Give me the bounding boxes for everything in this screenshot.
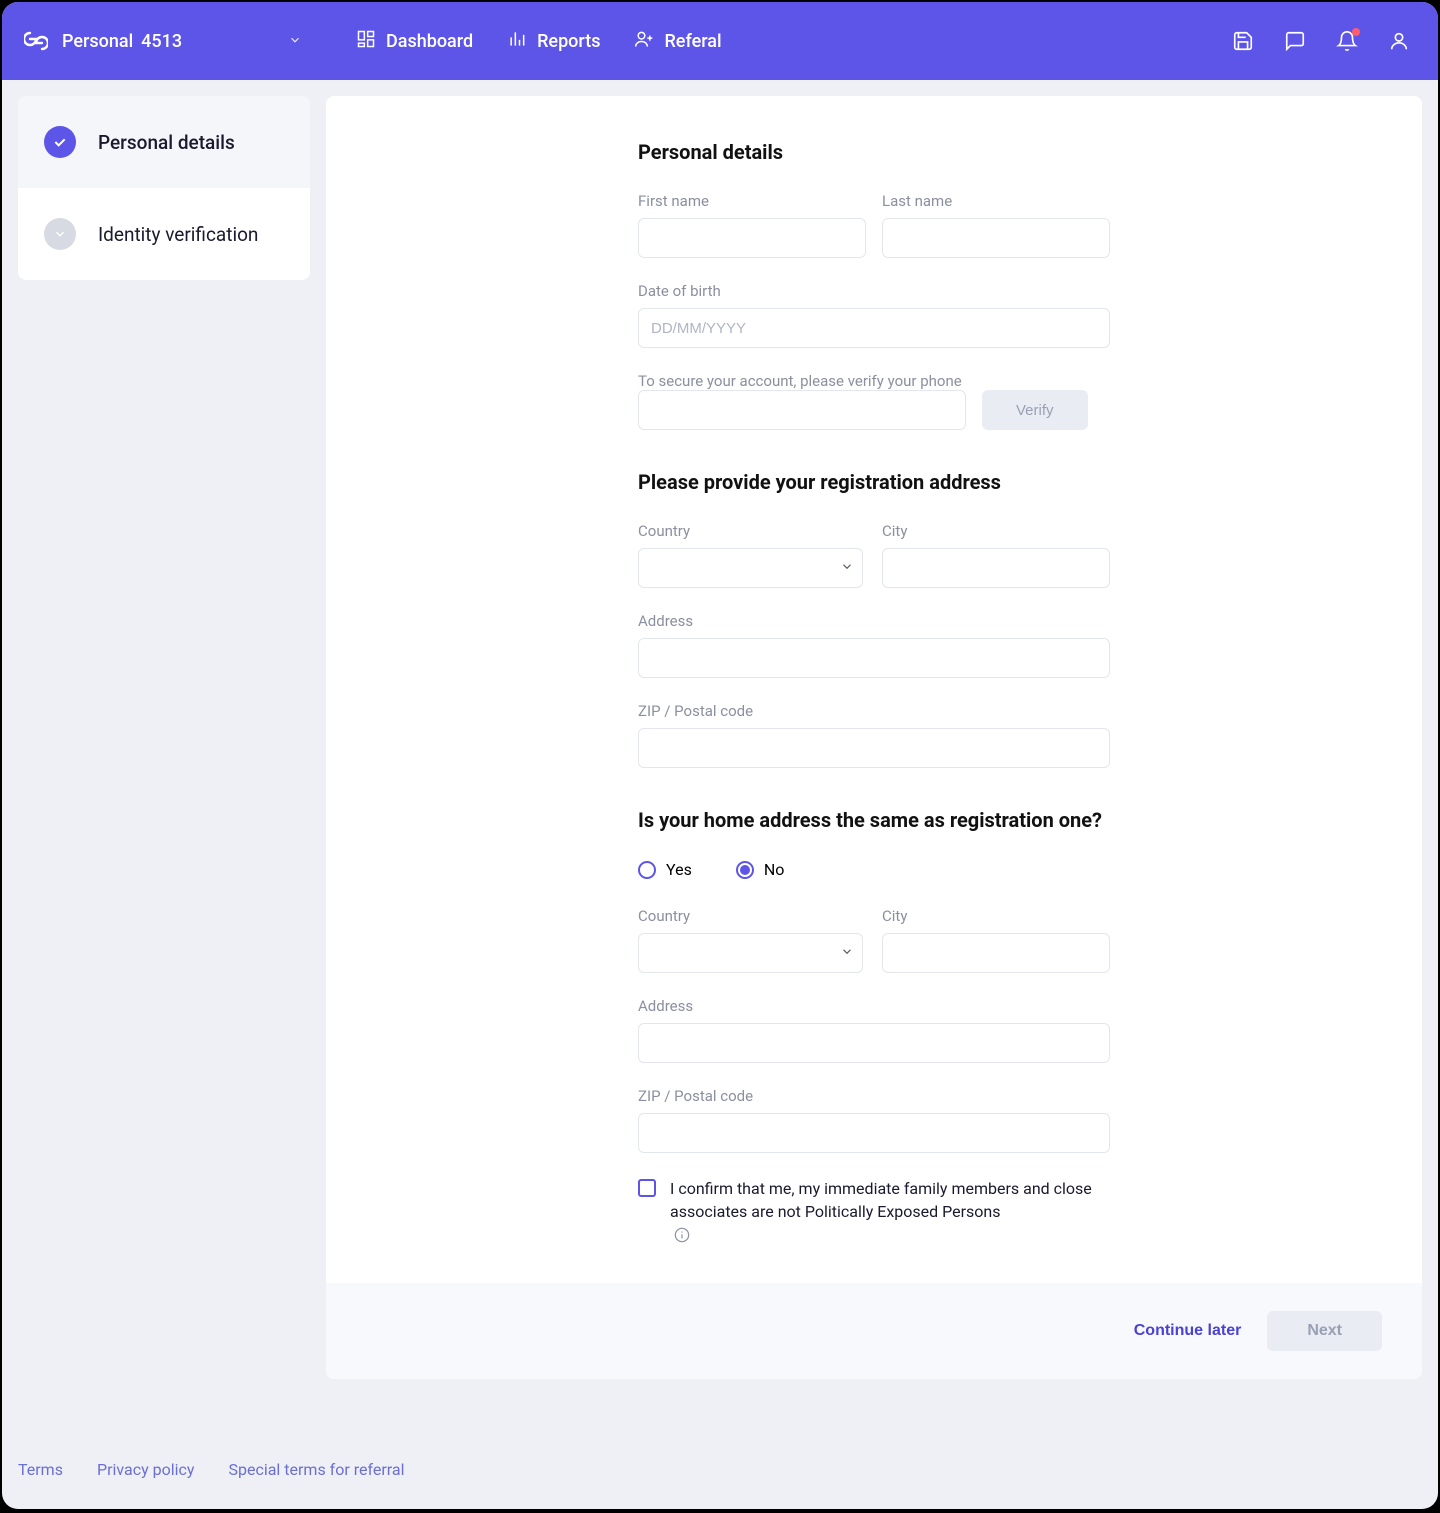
notification-dot bbox=[1352, 28, 1360, 36]
first-name-input[interactable] bbox=[638, 218, 866, 258]
check-icon bbox=[44, 126, 76, 158]
radio-label: Yes bbox=[666, 860, 692, 879]
app-frame: Personal 4513 Dashboard Reports bbox=[2, 2, 1438, 1509]
chat-icon[interactable] bbox=[1284, 30, 1306, 52]
section-reg-address-title: Please provide your registration address bbox=[638, 470, 1110, 494]
last-name-label: Last name bbox=[882, 192, 1110, 210]
radio-icon bbox=[638, 861, 656, 879]
footer-privacy[interactable]: Privacy policy bbox=[97, 1460, 195, 1479]
verify-button[interactable]: Verify bbox=[982, 390, 1088, 430]
account-number: 4513 bbox=[141, 31, 182, 52]
next-button[interactable]: Next bbox=[1267, 1311, 1382, 1351]
step-identity-verification[interactable]: Identity verification bbox=[18, 188, 310, 280]
home-address-label: Address bbox=[638, 997, 1110, 1015]
reports-icon bbox=[507, 29, 527, 54]
home-zip-input[interactable] bbox=[638, 1113, 1110, 1153]
form-card: Personal details First name Last name Da… bbox=[326, 96, 1422, 1379]
nav-reports[interactable]: Reports bbox=[507, 29, 600, 54]
home-city-label: City bbox=[882, 907, 1110, 925]
first-name-label: First name bbox=[638, 192, 866, 210]
phone-input[interactable] bbox=[638, 390, 966, 430]
reg-country-select[interactable] bbox=[638, 548, 863, 588]
last-name-input[interactable] bbox=[882, 218, 1110, 258]
nav-referral[interactable]: Referal bbox=[634, 29, 721, 54]
continue-later-button[interactable]: Continue later bbox=[1134, 1311, 1242, 1351]
dob-label: Date of birth bbox=[638, 282, 1110, 300]
radio-icon bbox=[736, 861, 754, 879]
reg-city-label: City bbox=[882, 522, 1110, 540]
reg-address-input[interactable] bbox=[638, 638, 1110, 678]
topbar-icons bbox=[1232, 30, 1410, 52]
footer-referral-terms[interactable]: Special terms for referral bbox=[228, 1460, 404, 1479]
brand-logo-icon bbox=[24, 29, 48, 53]
home-address-input[interactable] bbox=[638, 1023, 1110, 1063]
body-row: Personal details Identity verification P… bbox=[2, 80, 1438, 1440]
dob-input[interactable] bbox=[638, 308, 1110, 348]
reg-zip-input[interactable] bbox=[638, 728, 1110, 768]
home-city-input[interactable] bbox=[882, 933, 1110, 973]
referral-icon bbox=[634, 29, 654, 54]
footer-links: Terms Privacy policy Special terms for r… bbox=[2, 1440, 1438, 1509]
account-selector[interactable]: Personal 4513 bbox=[62, 31, 322, 52]
topbar: Personal 4513 Dashboard Reports bbox=[2, 2, 1438, 80]
nav-label: Dashboard bbox=[386, 31, 473, 52]
step-personal-details[interactable]: Personal details bbox=[18, 96, 310, 188]
steps-card: Personal details Identity verification bbox=[18, 96, 310, 280]
chevron-down-icon bbox=[288, 31, 302, 52]
section-personal-title: Personal details bbox=[638, 140, 1110, 164]
reg-address-label: Address bbox=[638, 612, 1110, 630]
user-icon[interactable] bbox=[1388, 30, 1410, 52]
nav-dashboard[interactable]: Dashboard bbox=[356, 29, 473, 54]
home-zip-label: ZIP / Postal code bbox=[638, 1087, 1110, 1105]
pep-checkbox[interactable] bbox=[638, 1179, 656, 1197]
nav-links: Dashboard Reports Referal bbox=[356, 29, 722, 54]
info-icon[interactable] bbox=[674, 1227, 690, 1243]
radio-yes[interactable]: Yes bbox=[638, 860, 692, 879]
section-home-question: Is your home address the same as registr… bbox=[638, 808, 1110, 832]
home-country-select[interactable] bbox=[638, 933, 863, 973]
step-label: Personal details bbox=[98, 131, 235, 154]
account-label: Personal bbox=[62, 31, 133, 52]
radio-label: No bbox=[764, 860, 785, 879]
phone-label: To secure your account, please verify yo… bbox=[638, 372, 1110, 390]
reg-zip-label: ZIP / Postal code bbox=[638, 702, 1110, 720]
bell-icon[interactable] bbox=[1336, 30, 1358, 52]
radio-no[interactable]: No bbox=[736, 860, 785, 879]
chevron-down-icon bbox=[44, 218, 76, 250]
nav-label: Referal bbox=[664, 31, 721, 52]
reg-country-label: Country bbox=[638, 522, 866, 540]
pep-confirm-text: I confirm that me, my immediate family m… bbox=[670, 1177, 1110, 1223]
footer-terms[interactable]: Terms bbox=[18, 1460, 63, 1479]
home-country-label: Country bbox=[638, 907, 866, 925]
step-label: Identity verification bbox=[98, 223, 258, 246]
form-footer: Continue later Next bbox=[326, 1283, 1422, 1379]
dashboard-icon bbox=[356, 29, 376, 54]
reg-city-input[interactable] bbox=[882, 548, 1110, 588]
save-icon[interactable] bbox=[1232, 30, 1254, 52]
nav-label: Reports bbox=[537, 31, 600, 52]
